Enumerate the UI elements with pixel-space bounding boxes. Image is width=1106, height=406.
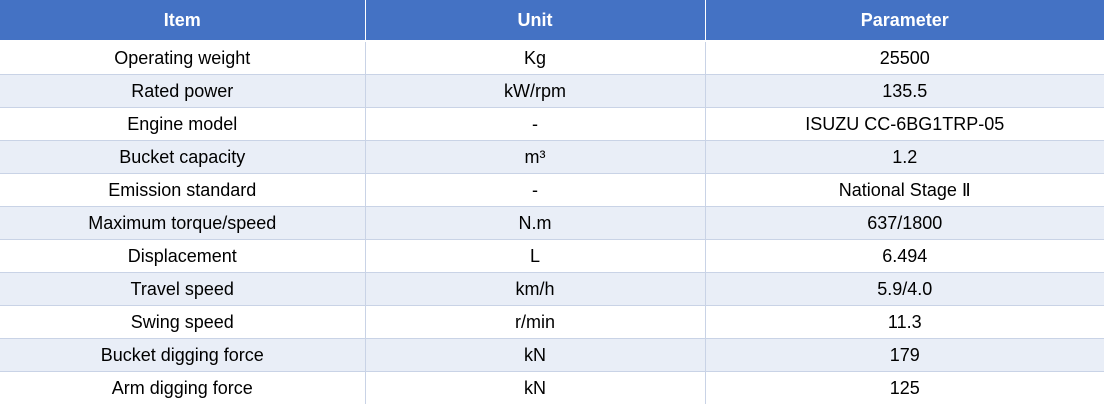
cell-unit: kN bbox=[365, 338, 706, 372]
header-item: Item bbox=[0, 0, 366, 42]
cell-parameter: 135.5 bbox=[705, 74, 1104, 108]
cell-parameter: 5.9/4.0 bbox=[705, 272, 1104, 306]
table-row: Engine model - ISUZU CC-6BG1TRP-05 bbox=[0, 107, 1104, 141]
table-row: Arm digging force kN 125 bbox=[0, 371, 1104, 404]
cell-unit: r/min bbox=[365, 305, 706, 339]
table-header-row: Item Unit Parameter bbox=[0, 0, 1104, 42]
cell-parameter: 637/1800 bbox=[705, 206, 1104, 240]
table-row: Emission standard - National Stage Ⅱ bbox=[0, 173, 1104, 207]
cell-unit: kN bbox=[365, 371, 706, 404]
cell-item: Bucket capacity bbox=[0, 140, 366, 174]
table-row: Bucket capacity m³ 1.2 bbox=[0, 140, 1104, 174]
cell-parameter: 11.3 bbox=[705, 305, 1104, 339]
cell-item: Engine model bbox=[0, 107, 366, 141]
table-row: Swing speed r/min 11.3 bbox=[0, 305, 1104, 339]
table-row: Travel speed km/h 5.9/4.0 bbox=[0, 272, 1104, 306]
cell-item: Displacement bbox=[0, 239, 366, 273]
cell-unit: N.m bbox=[365, 206, 706, 240]
cell-unit: m³ bbox=[365, 140, 706, 174]
cell-unit: km/h bbox=[365, 272, 706, 306]
cell-parameter: National Stage Ⅱ bbox=[705, 173, 1104, 207]
cell-item: Maximum torque/speed bbox=[0, 206, 366, 240]
cell-parameter: 125 bbox=[705, 371, 1104, 404]
cell-unit: L bbox=[365, 239, 706, 273]
cell-parameter: 179 bbox=[705, 338, 1104, 372]
table-row: Bucket digging force kN 179 bbox=[0, 338, 1104, 372]
spec-table: Item Unit Parameter Operating weight Kg … bbox=[0, 0, 1104, 404]
cell-unit: - bbox=[365, 173, 706, 207]
cell-item: Rated power bbox=[0, 74, 366, 108]
table-row: Operating weight Kg 25500 bbox=[0, 41, 1104, 75]
cell-unit: - bbox=[365, 107, 706, 141]
cell-item: Operating weight bbox=[0, 41, 366, 75]
table-row: Displacement L 6.494 bbox=[0, 239, 1104, 273]
cell-unit: kW/rpm bbox=[365, 74, 706, 108]
cell-parameter: 25500 bbox=[705, 41, 1104, 75]
cell-item: Swing speed bbox=[0, 305, 366, 339]
cell-item: Arm digging force bbox=[0, 371, 366, 404]
table-row: Maximum torque/speed N.m 637/1800 bbox=[0, 206, 1104, 240]
cell-item: Emission standard bbox=[0, 173, 366, 207]
header-unit: Unit bbox=[365, 0, 706, 42]
cell-parameter: 1.2 bbox=[705, 140, 1104, 174]
cell-unit: Kg bbox=[365, 41, 706, 75]
table-row: Rated power kW/rpm 135.5 bbox=[0, 74, 1104, 108]
header-parameter: Parameter bbox=[705, 0, 1104, 42]
cell-parameter: ISUZU CC-6BG1TRP-05 bbox=[705, 107, 1104, 141]
cell-item: Bucket digging force bbox=[0, 338, 366, 372]
cell-item: Travel speed bbox=[0, 272, 366, 306]
cell-parameter: 6.494 bbox=[705, 239, 1104, 273]
